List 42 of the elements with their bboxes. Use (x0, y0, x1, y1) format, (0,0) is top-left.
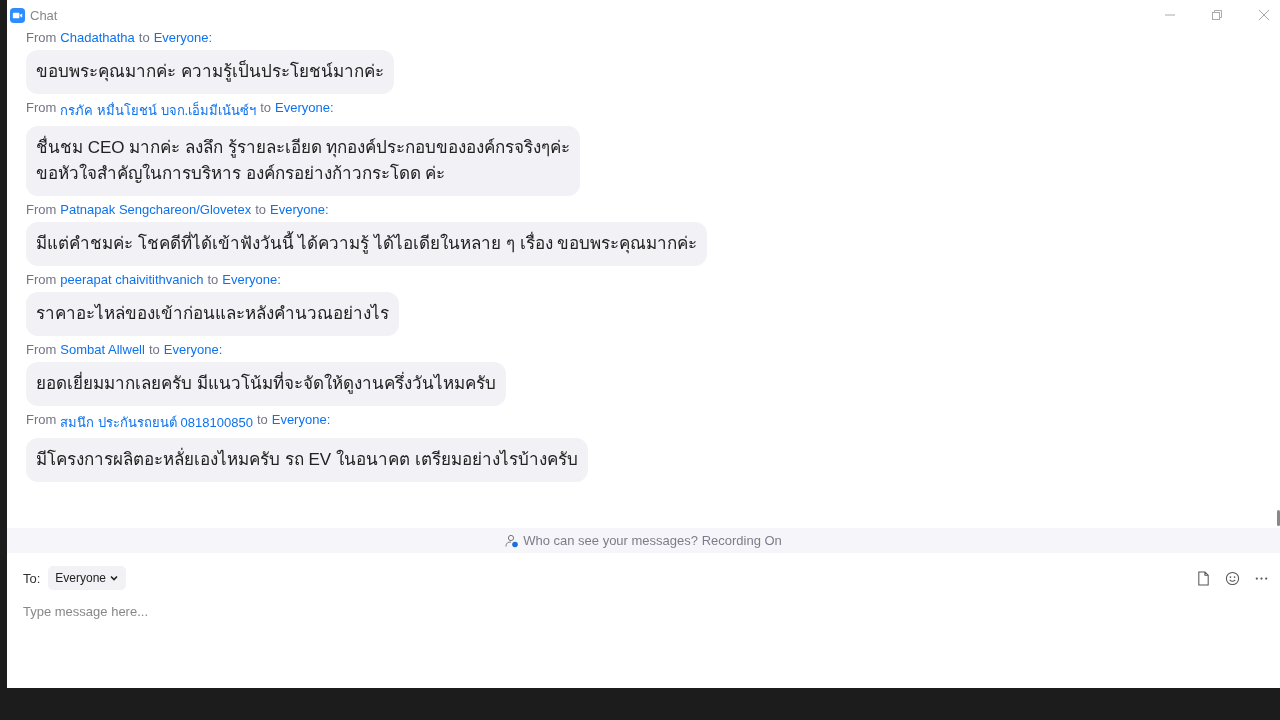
to-label: to (138, 30, 150, 45)
sender-name[interactable]: Sombat Allwell (60, 342, 145, 357)
message-bubble: มีโครงการผลิตอะหลั่ยเองไหมครับ รถ EV ในอนาคต เตรียมอย่างไรบ้างครับ (26, 438, 588, 482)
from-label: From (26, 272, 57, 287)
to-label: To: (23, 570, 41, 586)
message-bubble: ยอดเยี่ยมมากเลยครับ มีแนวโน้มที่จะจัดให้ดูงานครึ่งวันไหมครับ (26, 362, 506, 406)
message-bubble: มีแต่คำชมค่ะ โชคดีที่ได้เข้าฟังวันนี้ ได้ความรู้ ได้ไอเดียในหลาย ๆ เรื่อง ขอบพระคุณมากค่ะ (26, 222, 708, 266)
scrollbar-thumb[interactable] (1277, 510, 1280, 526)
caret-icon (109, 573, 120, 583)
message-bubble: ชื่นชม CEO มากค่ะ ลงลึก รู้รายละเอียด ทุกองค์ประกอบขององค์กรจริงๆค่ะ ขอหัวใจสำคัญในการบริหาร องค์กรอย่างก้าวกระโดด ค่ะ (26, 126, 581, 196)
recipient-name[interactable]: Everyone: (222, 272, 281, 287)
recipient-name[interactable]: Everyone: (275, 100, 334, 121)
restore-icon[interactable] (1211, 9, 1223, 21)
recipient-name[interactable]: Everyone: (270, 202, 329, 217)
sender-name[interactable]: peerapat chaivitithvanich (60, 272, 204, 287)
to-label: to (207, 272, 219, 287)
privacy-notice[interactable]: Who can see your messages? Recording On (523, 533, 782, 548)
window-title: Chat (30, 7, 58, 23)
from-label: From (26, 202, 57, 217)
recipient-dropdown[interactable]: Everyone (48, 566, 127, 590)
to-label: to (148, 342, 160, 357)
close-icon[interactable] (1258, 9, 1270, 21)
to-label: to (255, 202, 266, 217)
message-bubble: ราคาอะไหล่ของเข้าก่อนและหลังคำนวณอย่างไร (26, 292, 399, 336)
recipient-name[interactable]: Everyone: (153, 30, 213, 45)
from-label: From (26, 412, 57, 429)
from-label: From (26, 100, 57, 117)
sender-name[interactable]: Patnapak Sengchareon/Glovetex (60, 202, 252, 217)
camera-icon (10, 7, 25, 23)
sender-name[interactable]: Chadathatha (60, 30, 135, 45)
emoji-icon[interactable] (1225, 570, 1240, 586)
recipient-name[interactable]: Everyone: (271, 412, 331, 433)
to-label: to (260, 100, 272, 117)
sender-name[interactable]: สมนึก ประกันรถยนต์ 0818100850 (60, 412, 253, 433)
from-label: From (26, 342, 57, 357)
from-label: From (26, 30, 57, 45)
person-icon (505, 533, 520, 548)
to-label: to (256, 412, 268, 429)
recipient-name[interactable]: Everyone: (163, 342, 223, 357)
sender-name[interactable]: กรภัค หมื่นโยชน์ บจก.เอ็มมีเน้นซ์ฯ (60, 100, 257, 121)
file-icon[interactable] (1196, 570, 1211, 586)
message-bubble: ขอบพระคุณมากค่ะ ความรู้เป็นประโยชน์มากค่ะ (26, 50, 394, 94)
